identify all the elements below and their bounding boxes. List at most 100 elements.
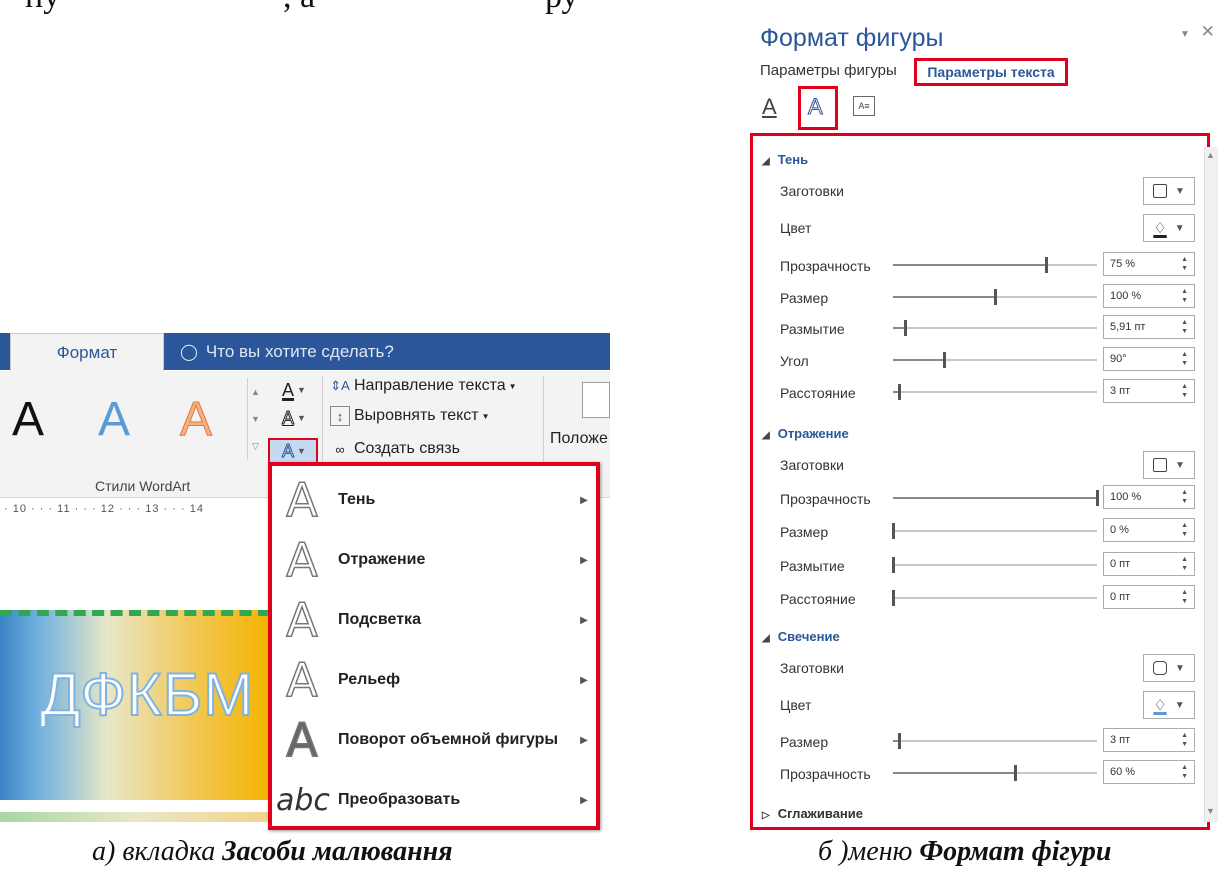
shape-text[interactable]: ДФКБМ bbox=[39, 660, 254, 729]
glow-color-dropdown[interactable]: ♢ ▼ bbox=[1143, 691, 1195, 719]
section-shadow[interactable]: ◢ Тень bbox=[762, 152, 808, 167]
spin-arrows-icon[interactable]: ▲ ▼ bbox=[1181, 588, 1188, 606]
shadow-angle-slider[interactable] bbox=[893, 352, 1097, 368]
more-icon[interactable]: ▽ bbox=[252, 441, 259, 452]
menu-item-bevel[interactable]: A Рельеф ▶ bbox=[276, 652, 596, 708]
ribbon-separator bbox=[322, 376, 323, 464]
menu-item-transform[interactable]: abc Преобразовать ▶ bbox=[276, 772, 596, 828]
shadow-blur-spinner[interactable]: 5,91 пт ▲ ▼ bbox=[1103, 315, 1195, 339]
shadow-transparency-slider[interactable] bbox=[893, 257, 1097, 273]
tell-me-box[interactable]: ◯ Что вы хотите сделать? bbox=[180, 333, 394, 370]
close-icon[interactable]: ✕ bbox=[1201, 22, 1215, 41]
spin-arrows-icon[interactable]: ▲ ▼ bbox=[1181, 555, 1188, 573]
menu-item-shadow[interactable]: A Тень ▶ bbox=[276, 472, 596, 528]
shadow-size-slider[interactable] bbox=[893, 289, 1097, 305]
glow-size-spinner[interactable]: 3 пт ▲ ▼ bbox=[1103, 728, 1195, 752]
shadow-presets-dropdown[interactable]: ▼ bbox=[1143, 177, 1195, 205]
position-icon[interactable] bbox=[582, 382, 610, 418]
layout-properties-icon[interactable]: A≡ bbox=[853, 96, 875, 116]
menu-item-label: Подсветка bbox=[338, 611, 421, 628]
position-label[interactable]: Положе bbox=[550, 430, 608, 448]
chevron-up-icon[interactable]: ▲ bbox=[251, 387, 260, 397]
create-link-button[interactable]: ∞ Создать связь bbox=[330, 439, 460, 459]
menu-item-3d-rotation[interactable]: A Поворот объемной фигуры ▶ bbox=[276, 712, 596, 768]
transform-icon: abc bbox=[276, 782, 330, 818]
reflection-blur-slider[interactable] bbox=[892, 557, 1097, 573]
tab-shape-options[interactable]: Параметры фигуры bbox=[760, 62, 897, 79]
lightbulb-icon: ◯ bbox=[180, 343, 198, 361]
glow-transparency-slider[interactable] bbox=[893, 765, 1097, 781]
spin-arrows-icon[interactable]: ▲ ▼ bbox=[1181, 350, 1188, 368]
3d-rotation-icon: A bbox=[286, 712, 319, 768]
wordart-style-black[interactable]: A bbox=[12, 390, 44, 450]
reflection-size-spinner[interactable]: 0 % ▲ ▼ bbox=[1103, 518, 1195, 542]
menu-item-glow[interactable]: A Подсветка ▶ bbox=[276, 592, 596, 648]
dropdown-arrow-icon: ▼ bbox=[297, 413, 306, 423]
glow-size-slider[interactable] bbox=[893, 733, 1097, 749]
menu-item-label: Преобразовать bbox=[338, 791, 461, 808]
align-text-label: Выровнять текст bbox=[354, 407, 479, 424]
align-text-button[interactable]: ↕ Выровнять текст ▼ bbox=[330, 406, 490, 426]
menu-item-reflection[interactable]: A Отражение ▶ bbox=[276, 532, 596, 588]
reflection-transparency-label: Прозрачность bbox=[780, 491, 871, 507]
section-reflection[interactable]: ◢ Отражение bbox=[762, 426, 849, 441]
glow-transparency-label: Прозрачность bbox=[780, 766, 871, 782]
section-glow[interactable]: ◢ Свечение bbox=[762, 629, 840, 644]
chevron-down-icon[interactable]: ▼ bbox=[1180, 29, 1190, 40]
spin-arrows-icon[interactable]: ▲ ▼ bbox=[1181, 382, 1188, 400]
section-smoothing[interactable]: ▷ Сглаживание bbox=[762, 806, 863, 821]
scroll-up-icon[interactable]: ▲ bbox=[1206, 150, 1215, 160]
scroll-down-icon[interactable]: ▼ bbox=[1206, 806, 1215, 816]
tab-format[interactable]: Формат bbox=[10, 333, 164, 371]
glow-presets-dropdown[interactable]: ▼ bbox=[1143, 654, 1195, 682]
shadow-size-spinner[interactable]: 100 % ▲ ▼ bbox=[1103, 284, 1195, 308]
shadow-color-dropdown[interactable]: ♢ ▼ bbox=[1143, 214, 1195, 242]
shadow-distance-spinner[interactable]: 3 пт ▲ ▼ bbox=[1103, 379, 1195, 403]
tab-text-options[interactable]: Параметры текста bbox=[914, 58, 1068, 86]
pane-controls[interactable]: ▼ ✕ bbox=[1180, 22, 1215, 42]
text-outline-button[interactable]: A ▼ bbox=[270, 406, 318, 430]
spin-arrows-icon[interactable]: ▲ ▼ bbox=[1181, 763, 1188, 781]
text-fill-button[interactable]: A ▼ bbox=[270, 378, 318, 402]
spin-arrows-icon[interactable]: ▲ ▼ bbox=[1181, 521, 1188, 539]
glow-icon: A bbox=[286, 592, 319, 648]
shadow-transparency-spinner[interactable]: 75 % ▲ ▼ bbox=[1103, 252, 1195, 276]
preset-icon bbox=[1153, 184, 1168, 198]
spin-arrows-icon[interactable]: ▲ ▼ bbox=[1181, 488, 1188, 506]
wordart-style-blue[interactable]: A bbox=[98, 390, 130, 450]
wordart-style-orange[interactable]: A bbox=[179, 390, 212, 450]
spin-arrows-icon[interactable]: ▲ ▼ bbox=[1181, 255, 1188, 273]
text-fill-outline-icon[interactable]: A bbox=[762, 94, 777, 120]
align-text-icon: ↕ bbox=[330, 406, 350, 426]
spin-arrows-icon[interactable]: ▲ ▼ bbox=[1181, 318, 1188, 336]
menu-item-label: Тень bbox=[338, 491, 376, 508]
glow-transparency-spinner[interactable]: 60 % ▲ ▼ bbox=[1103, 760, 1195, 784]
paint-bucket-icon: ♢ bbox=[1153, 220, 1167, 237]
spin-arrows-icon[interactable]: ▲ ▼ bbox=[1181, 731, 1188, 749]
reflection-transparency-slider[interactable] bbox=[893, 490, 1099, 506]
spin-arrows-icon[interactable]: ▲ ▼ bbox=[1181, 287, 1188, 305]
menu-item-label: Рельеф bbox=[338, 671, 401, 688]
shadow-angle-spinner[interactable]: 90° ▲ ▼ bbox=[1103, 347, 1195, 371]
shadow-blur-slider[interactable] bbox=[893, 320, 1097, 336]
reflection-presets-dropdown[interactable]: ▼ bbox=[1143, 451, 1195, 479]
reflection-transparency-spinner[interactable]: 100 % ▲ ▼ bbox=[1103, 485, 1195, 509]
scrollbar[interactable] bbox=[1204, 147, 1218, 822]
expanded-triangle-icon: ◢ bbox=[762, 633, 770, 644]
reflection-distance-spinner[interactable]: 0 пт ▲ ▼ bbox=[1103, 585, 1195, 609]
chevron-down-icon[interactable]: ▼ bbox=[251, 414, 260, 424]
reflection-distance-slider[interactable] bbox=[892, 590, 1097, 606]
expanded-triangle-icon: ◢ bbox=[762, 430, 770, 441]
dropdown-arrow-icon: ▼ bbox=[297, 385, 306, 395]
wordart-gallery-scroll[interactable]: ▲ ▼ ▽ bbox=[247, 378, 263, 460]
reflection-size-slider[interactable] bbox=[892, 523, 1097, 539]
menu-item-label: Поворот объемной фигуры bbox=[338, 731, 559, 748]
reflection-blur-spinner[interactable]: 0 пт ▲ ▼ bbox=[1103, 552, 1195, 576]
chevron-right-icon: ▶ bbox=[580, 734, 588, 746]
paint-bucket-icon: ♢ bbox=[1153, 697, 1167, 714]
shadow-distance-slider[interactable] bbox=[893, 384, 1097, 400]
link-icon: ∞ bbox=[335, 441, 345, 457]
shadow-angle-label: Угол bbox=[780, 353, 809, 369]
text-direction-button[interactable]: ⇕A Направление текста ▼ bbox=[330, 376, 516, 396]
text-direction-icon: ⇕A bbox=[330, 378, 350, 393]
